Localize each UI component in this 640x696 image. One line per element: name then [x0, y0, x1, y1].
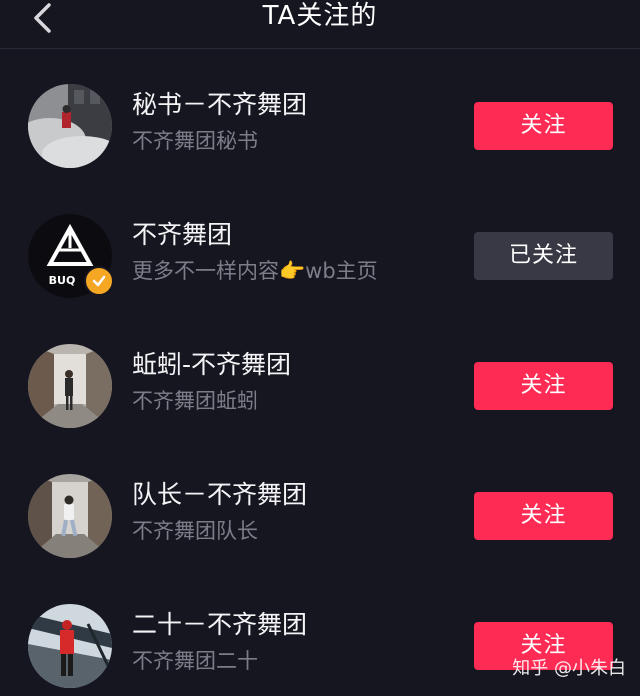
- page-title: TA关注的: [262, 1, 378, 31]
- avatar[interactable]: [28, 344, 112, 428]
- user-name[interactable]: 秘书－不齐舞团: [132, 88, 307, 122]
- following-list-page: TA关注的 秘书－不齐舞团 不齐舞团秘书 关注 BUQ 不齐舞团 更多不一样内容…: [0, 0, 640, 696]
- avatar[interactable]: [28, 84, 112, 168]
- follow-button[interactable]: 关注: [474, 492, 613, 540]
- user-name[interactable]: 二十－不齐舞团: [132, 608, 307, 642]
- user-subtitle: 不齐舞团蚯蚓: [132, 389, 258, 413]
- follow-button[interactable]: 关注: [474, 102, 613, 150]
- verified-badge-icon: [84, 266, 114, 296]
- user-name[interactable]: 不齐舞团: [132, 218, 232, 252]
- followed-button[interactable]: 已关注: [474, 232, 613, 280]
- follow-button[interactable]: 关注: [474, 362, 613, 410]
- svg-text:BUQ: BUQ: [49, 274, 76, 287]
- user-name[interactable]: 蚯蚓-不齐舞团: [132, 348, 291, 382]
- avatar[interactable]: BUQ: [28, 214, 114, 298]
- user-subtitle: 不齐舞团二十: [132, 649, 258, 673]
- user-subtitle: 不齐舞团队长: [132, 519, 258, 543]
- list-item[interactable]: BUQ 不齐舞团 更多不一样内容👉wb主页 已关注: [0, 200, 640, 310]
- list-item[interactable]: 蚯蚓-不齐舞团 不齐舞团蚯蚓 关注: [0, 330, 640, 440]
- user-name[interactable]: 队长－不齐舞团: [132, 478, 307, 512]
- user-subtitle: 更多不一样内容👉wb主页: [132, 259, 378, 283]
- list-item[interactable]: 队长－不齐舞团 不齐舞团队长 关注: [0, 460, 640, 570]
- avatar[interactable]: [28, 604, 112, 688]
- avatar[interactable]: [28, 474, 112, 558]
- list-item[interactable]: 二十－不齐舞团 不齐舞团二十 关注: [0, 590, 640, 696]
- user-subtitle: 不齐舞团秘书: [132, 129, 258, 153]
- header-bar: TA关注的: [0, 0, 640, 49]
- watermark: 知乎 @小朱白: [512, 658, 626, 679]
- list-item[interactable]: 秘书－不齐舞团 不齐舞团秘书 关注: [0, 70, 640, 180]
